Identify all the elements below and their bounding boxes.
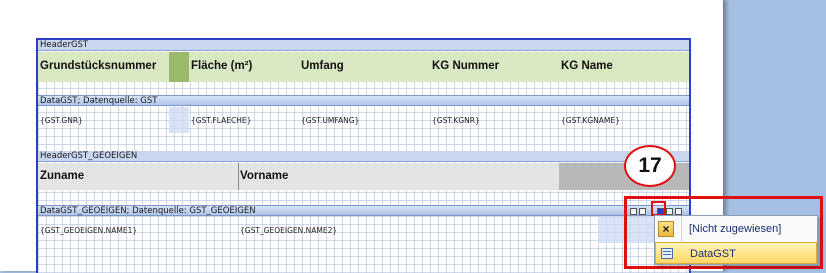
- header-gst-row[interactable]: Grundstücksnummer Fläche (m²) Umfang KG …: [38, 52, 689, 82]
- band-title-data-gst[interactable]: DataGST; Datenquelle: GST: [38, 95, 689, 106]
- selected-column-marker: [169, 52, 189, 82]
- field-gst-kgnr[interactable]: {GST.KGNR}: [432, 116, 480, 125]
- selected-column-cell: [169, 107, 189, 133]
- dropdown-item-label: [Nicht zugewiesen]: [689, 223, 782, 235]
- dropdown-item-datagst[interactable]: DataGST: [655, 242, 817, 264]
- col-header-flaeche[interactable]: Fläche (m²): [191, 60, 252, 72]
- field-gst-flaeche[interactable]: {GST.FLAECHE}: [191, 116, 251, 125]
- master-band-dropdown[interactable]: × [Nicht zugewiesen] DataGST: [654, 215, 818, 265]
- col-header-kg-nummer[interactable]: KG Nummer: [432, 60, 499, 72]
- col-header-zuname[interactable]: Zuname: [40, 170, 84, 182]
- band-title-header-gst[interactable]: HeaderGST: [38, 40, 689, 51]
- band-title-data-gst-geoeigen[interactable]: DataGST_GEOEIGEN; Datenquelle: GST_GEOEI…: [38, 205, 689, 216]
- band-title-header-gst-geoeigen[interactable]: HeaderGST_GEOEIGEN: [38, 151, 689, 162]
- col-header-umfang[interactable]: Umfang: [301, 60, 344, 72]
- field-gst-umfang[interactable]: {GST.UMFANG}: [301, 116, 359, 125]
- report-design-area[interactable]: HeaderGST Grundstücksnummer Fläche (m²) …: [36, 38, 691, 273]
- field-gst-geoeigen-name2[interactable]: {GST_GEOEIGEN.NAME2}: [240, 226, 337, 235]
- dropdown-item-not-assigned[interactable]: × [Nicht zugewiesen]: [655, 218, 817, 240]
- field-gst-kgname[interactable]: {GST.KGNAME}: [561, 116, 620, 125]
- dropdown-item-label: DataGST: [690, 248, 736, 260]
- col-header-vorname[interactable]: Vorname: [240, 170, 288, 182]
- close-x-icon: ×: [658, 221, 674, 237]
- step-number-callout: 17: [624, 145, 676, 187]
- field-gst-geoeigen-name1[interactable]: {GST_GEOEIGEN.NAME1}: [40, 226, 137, 235]
- col-header-grundstuecksnummer[interactable]: Grundstücksnummer: [40, 60, 156, 72]
- databand-icon: [661, 248, 673, 259]
- col-header-kg-name[interactable]: KG Name: [561, 60, 613, 72]
- field-gst-gnr[interactable]: {GST.GNR}: [40, 116, 83, 125]
- highlight-master-band-button: [651, 201, 666, 216]
- header-gst-geoeigen-row[interactable]: Zuname Vorname: [38, 163, 689, 190]
- column-separator: [238, 163, 239, 190]
